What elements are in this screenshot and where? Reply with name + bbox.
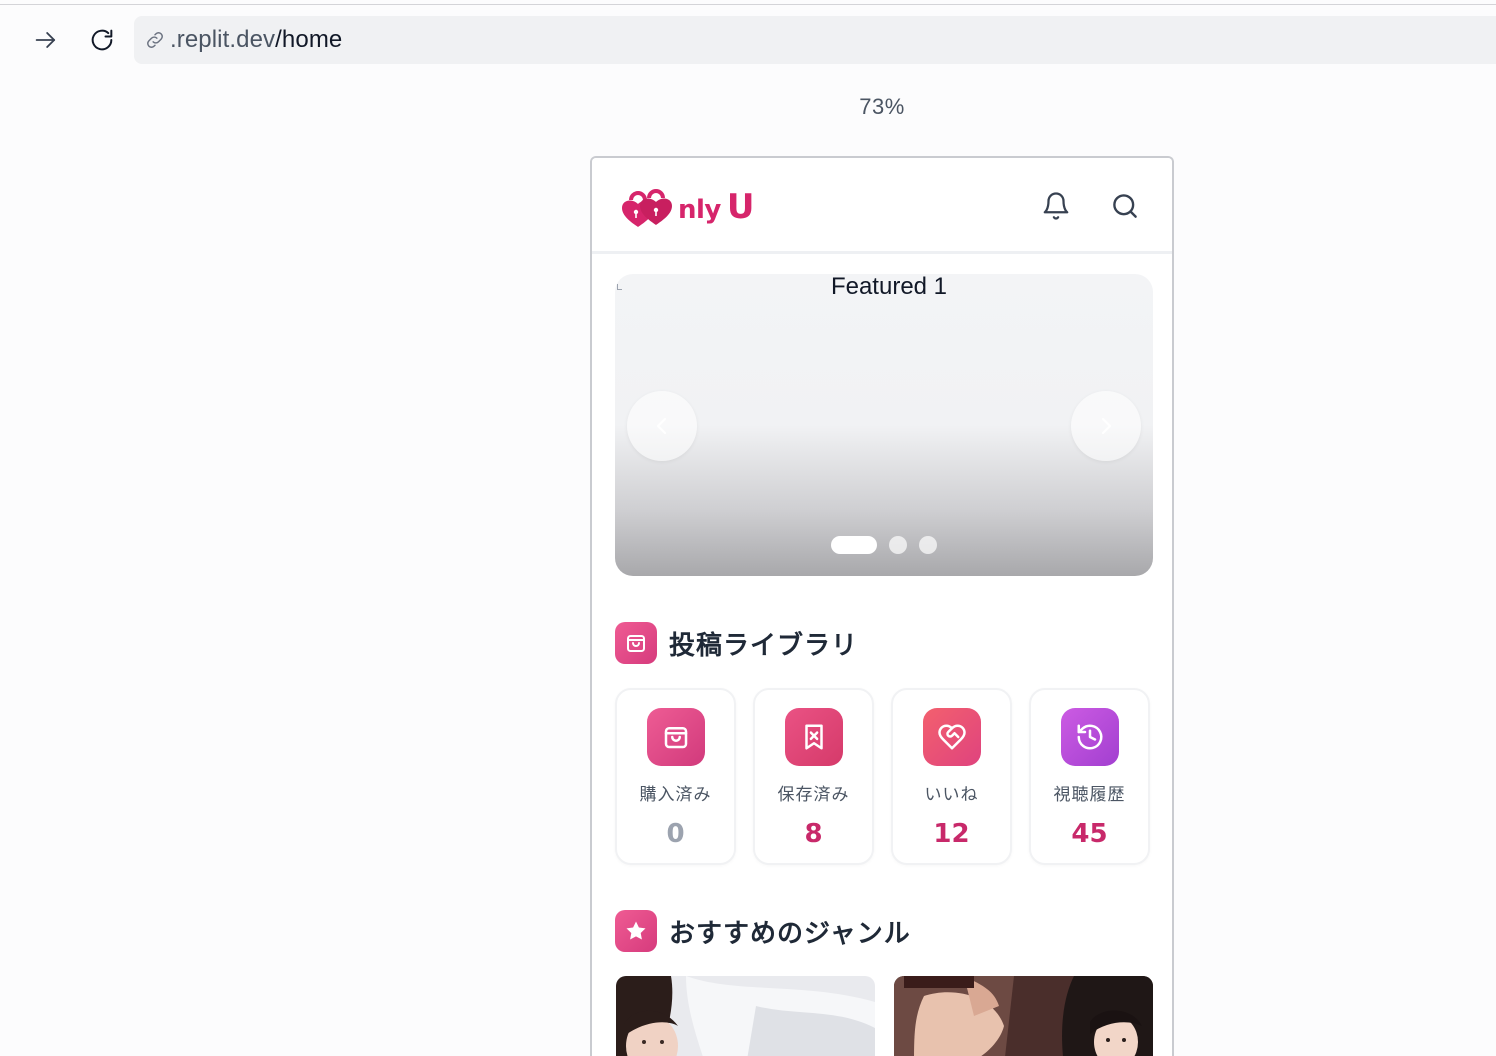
stat-label: 保存済み [777,785,850,804]
genre-photo [894,976,1153,1056]
stat-icon-badge [784,708,843,766]
stat-label: 視聴履歴 [1053,785,1126,804]
section-icon-badge [615,910,657,952]
stat-icon-badge [922,708,981,766]
heart-handshake-icon [937,724,966,750]
app-header: nly U [592,158,1172,254]
featured-carousel[interactable]: Featured 1 [615,274,1153,576]
logo-wordmark-u: U [726,187,755,227]
history-icon [1077,724,1102,750]
bookmark-x-icon [804,724,823,750]
address-bar[interactable]: .replit.dev/home [134,16,1496,64]
stat-card-likes[interactable]: いいね 12 [891,688,1012,865]
notifications-button[interactable] [1038,188,1074,224]
reload-button[interactable] [82,20,122,60]
genres-title: おすすめのジャンル [669,917,911,948]
url-host: .replit.dev [170,26,276,53]
library-title: 投稿ライブラリ [669,629,859,660]
chevron-right-icon [1101,417,1112,435]
url-path: /home [275,26,343,53]
link-icon [142,27,168,53]
url-text: .replit.dev/home [170,26,342,54]
library-stats: 購入済み 0 保存済み 8 いいね 12 視聴履歴 45 [615,688,1155,866]
browser-top-rule [0,4,1496,5]
stat-label: 購入済み [639,785,712,804]
genres-section-header: おすすめのジャンル [615,910,911,952]
stat-icon-badge [646,708,705,766]
stat-value: 0 [666,819,685,849]
zoom-level: 73% [859,94,905,119]
stat-card-purchased[interactable]: 購入済み 0 [615,688,736,865]
carousel-dot-1[interactable] [831,536,877,554]
stat-label: いいね [924,785,979,804]
library-section-header: 投稿ライブラリ [615,622,858,664]
chevron-left-icon [656,417,667,435]
shopping-bag-icon [627,635,645,652]
carousel-dot-3[interactable] [919,536,937,554]
genre-thumbnails [616,976,1156,1056]
mobile-preview-frame: nly U Featured 1 投稿ライブラリ 購入済み 0 保存済み 8 い… [590,156,1174,1056]
stat-icon-badge [1060,708,1119,766]
stat-value: 12 [933,819,970,849]
heart-locks-logo-icon [622,189,672,227]
stat-card-history[interactable]: 視聴履歴 45 [1029,688,1150,865]
arrow-right-icon [35,32,56,48]
app-logo[interactable]: nly U [618,182,754,232]
section-icon-badge [615,622,657,664]
stat-card-saved[interactable]: 保存済み 8 [753,688,874,865]
forward-button[interactable] [26,20,66,60]
logo-wordmark-nly: nly [678,195,721,225]
logo-wordmark: nly U [678,187,754,227]
slide-title: Featured 1 [830,274,948,300]
star-icon [626,921,646,940]
reload-icon [91,29,113,51]
carousel-next-button[interactable] [1071,391,1141,461]
carousel-prev-button[interactable] [627,391,697,461]
search-button[interactable] [1107,188,1143,224]
bell-icon [1043,192,1069,220]
search-icon [1113,194,1137,218]
genre-thumbnail[interactable] [616,976,875,1056]
carousel-dots [615,536,1153,554]
carousel-dot-2[interactable] [889,536,907,554]
stat-value: 45 [1071,819,1108,849]
genre-thumbnail[interactable] [894,976,1153,1056]
shopping-bag-icon [664,727,687,749]
stat-value: 8 [804,819,823,849]
genre-photo [616,976,875,1056]
